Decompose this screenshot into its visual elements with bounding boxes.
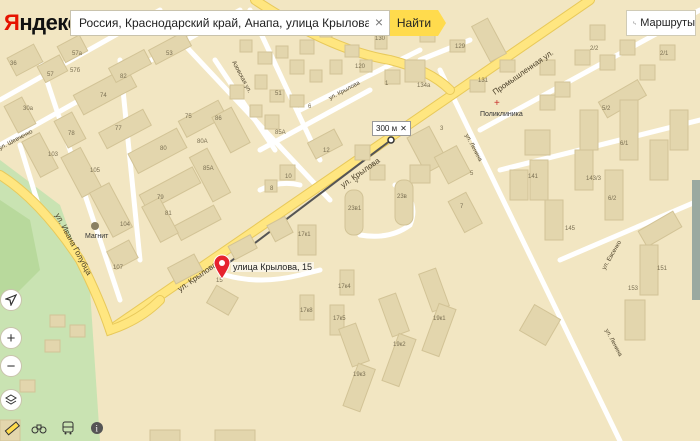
house-number: 104 bbox=[120, 222, 131, 228]
routes-label: Маршруты bbox=[640, 17, 695, 29]
house-number: 120 bbox=[355, 64, 366, 70]
binoculars-icon bbox=[31, 424, 47, 434]
yandex-logo[interactable]: Яндекс bbox=[4, 10, 80, 36]
house-number: 51 bbox=[275, 91, 282, 97]
house-number: 17к4 bbox=[338, 284, 351, 290]
map-pin-dot bbox=[219, 260, 225, 266]
house-number: 151 bbox=[657, 266, 668, 272]
house-number: 57а bbox=[72, 51, 83, 57]
clear-icon[interactable]: × bbox=[375, 14, 383, 30]
house-number: 85А bbox=[203, 166, 214, 172]
transport-button[interactable] bbox=[58, 418, 78, 438]
house-number: 80А bbox=[197, 139, 208, 145]
house-number: 85А bbox=[275, 130, 286, 136]
house-number: 17к5 bbox=[333, 316, 346, 322]
house-number: 53 bbox=[166, 51, 173, 57]
house-number: 2/2 bbox=[590, 46, 599, 52]
close-icon[interactable]: ✕ bbox=[400, 122, 407, 135]
shop-icon bbox=[91, 222, 99, 230]
distance-label[interactable]: 300 м ✕ bbox=[372, 121, 411, 136]
routes-button[interactable]: Маршруты bbox=[626, 10, 696, 36]
house-number: 23в bbox=[397, 194, 407, 200]
ruler-icon bbox=[4, 421, 20, 436]
house-number: 6/2 bbox=[608, 196, 617, 202]
house-number: 82 bbox=[120, 74, 127, 80]
house-number: 75 bbox=[185, 114, 192, 120]
house-number: 105 bbox=[90, 168, 101, 174]
distance-route-end[interactable] bbox=[387, 136, 395, 144]
find-button[interactable]: Найти bbox=[390, 10, 446, 36]
house-number: 19к1 bbox=[433, 316, 446, 322]
house-number: 12 bbox=[323, 148, 330, 154]
layers-button[interactable] bbox=[0, 389, 22, 411]
house-number: 23в1 bbox=[348, 206, 362, 212]
house-number: 17к8 bbox=[300, 308, 313, 314]
top-bar: Яндекс × Найти Маршруты bbox=[0, 0, 700, 46]
house-number: 57 bbox=[47, 72, 54, 78]
house-number: 131 bbox=[478, 78, 489, 84]
house-number: 30а bbox=[23, 106, 34, 112]
house-number: 103 bbox=[48, 152, 59, 158]
bus-icon bbox=[62, 421, 74, 435]
ruler-button[interactable] bbox=[2, 418, 22, 438]
poi-label: Поликлиника bbox=[480, 111, 523, 118]
house-number: 143/3 bbox=[586, 176, 602, 182]
navigate-button[interactable] bbox=[0, 289, 22, 311]
navigate-icon bbox=[5, 294, 17, 306]
photo-preview[interactable] bbox=[692, 180, 700, 300]
distance-value: 300 м bbox=[376, 124, 398, 133]
zoom-in-button[interactable]: + bbox=[0, 327, 22, 349]
house-number: 19к2 bbox=[393, 342, 406, 348]
marker-label: улица Крылова, 15 bbox=[231, 262, 315, 272]
search-input[interactable] bbox=[71, 16, 377, 30]
house-number: 17к1 bbox=[298, 232, 311, 238]
logo-first-letter: Я bbox=[4, 10, 20, 35]
house-number: 153 bbox=[628, 286, 639, 292]
layers-icon bbox=[5, 394, 17, 405]
house-number: 79 bbox=[157, 195, 164, 201]
house-number: 57б bbox=[70, 68, 81, 74]
route-icon bbox=[633, 21, 637, 25]
house-number: 36 bbox=[10, 61, 17, 67]
house-number: 134а bbox=[417, 83, 431, 89]
map-canvas[interactable]: 57б 57а 57 30а 82 53 36 74 78 77 80 75 8… bbox=[0, 0, 700, 441]
house-number: 78 bbox=[68, 131, 75, 137]
info-icon: i bbox=[91, 422, 103, 434]
panorama-button[interactable] bbox=[29, 418, 49, 438]
search-box: × bbox=[70, 10, 390, 36]
house-number: 86 bbox=[215, 116, 222, 122]
house-number: 10 bbox=[285, 174, 292, 180]
zoom-out-icon: − bbox=[6, 357, 16, 375]
house-number: 19к3 bbox=[353, 372, 366, 378]
house-number: 80 bbox=[160, 146, 167, 152]
house-number: 77 bbox=[115, 126, 122, 132]
house-number: 141 bbox=[528, 174, 539, 180]
medical-cross-icon: + bbox=[494, 98, 500, 109]
house-number: 5/2 bbox=[602, 106, 611, 112]
house-number: 2/1 bbox=[660, 51, 669, 57]
house-number: 81 bbox=[165, 211, 172, 217]
zoom-in-icon: + bbox=[6, 329, 16, 347]
house-number: 74 bbox=[100, 93, 107, 99]
zoom-out-button[interactable]: − bbox=[0, 355, 22, 377]
info-button[interactable]: i bbox=[87, 418, 107, 438]
house-number: 107 bbox=[113, 265, 124, 271]
house-number: 6/1 bbox=[620, 141, 629, 147]
house-number: 145 bbox=[565, 226, 576, 232]
poi-label: Магнит bbox=[85, 233, 109, 240]
